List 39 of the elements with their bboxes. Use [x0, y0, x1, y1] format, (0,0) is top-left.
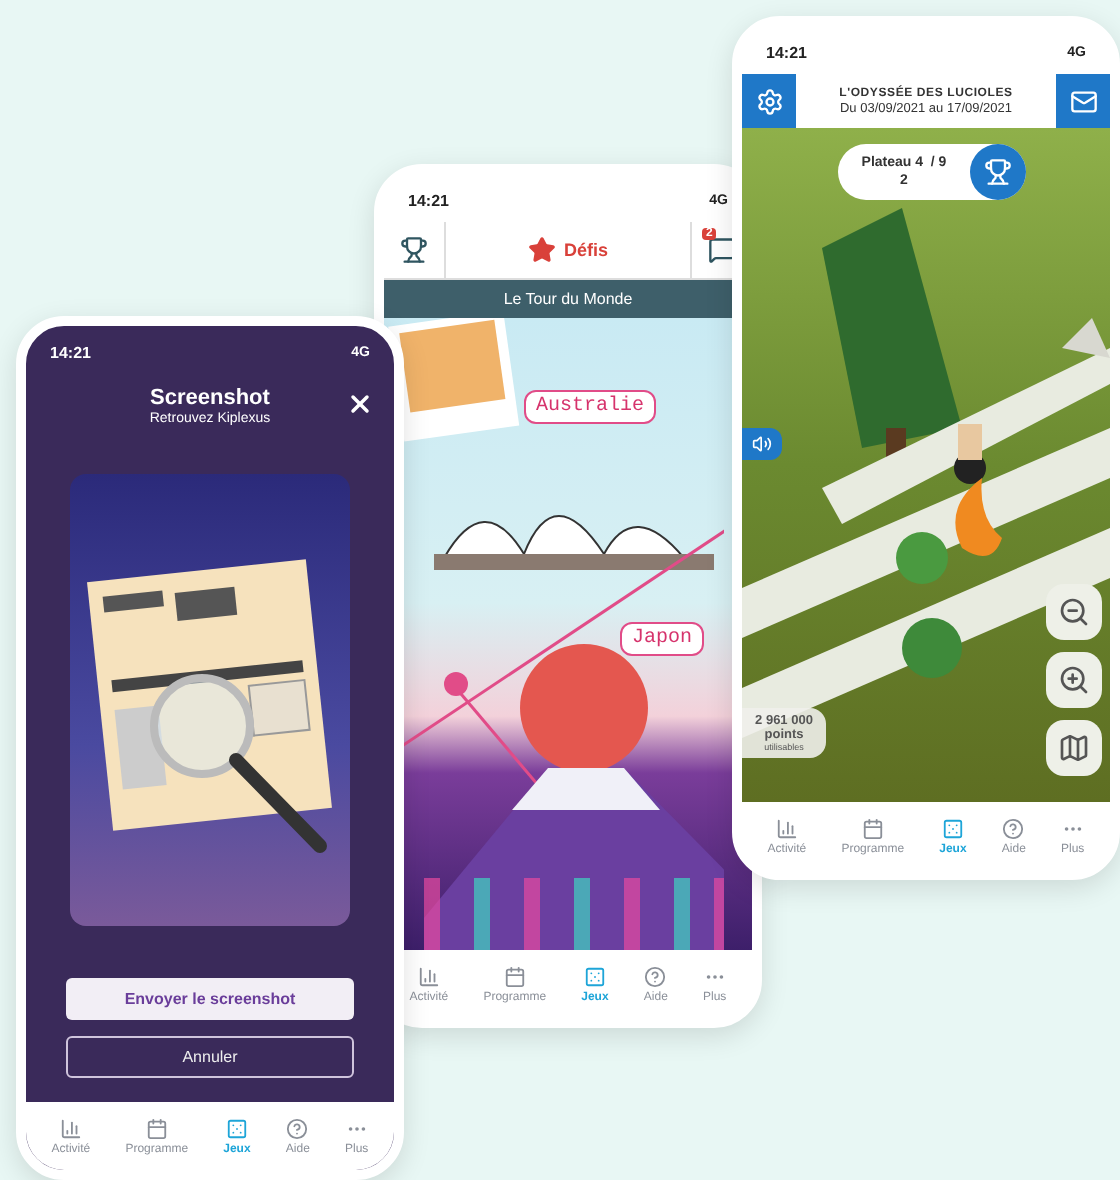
map-button[interactable]	[1046, 720, 1102, 776]
close-button[interactable]	[346, 390, 374, 418]
program-icon	[503, 965, 526, 987]
speaker-icon	[752, 434, 772, 454]
mail-button[interactable]	[1056, 74, 1110, 128]
mail-icon	[1069, 87, 1097, 115]
games-icon	[225, 1117, 248, 1139]
trophy-icon	[984, 158, 1012, 186]
destination-label[interactable]: Australie	[524, 390, 657, 424]
games-icon	[941, 817, 964, 839]
trophy-icon	[400, 236, 428, 264]
program-icon	[145, 1117, 168, 1139]
challenges-tab[interactable]: Défis	[446, 222, 690, 278]
activity-icon	[417, 965, 440, 987]
activity-icon	[59, 1117, 82, 1139]
map-icon	[1058, 732, 1090, 764]
modal-title: Screenshot	[150, 386, 270, 410]
sound-button[interactable]	[742, 428, 782, 460]
zoom-out-icon	[1058, 596, 1090, 628]
status-time: 14:21	[766, 43, 807, 61]
help-icon	[644, 965, 667, 987]
program-icon	[861, 817, 884, 839]
help-icon	[1002, 817, 1025, 839]
help-icon	[286, 1117, 309, 1139]
star-icon	[527, 236, 556, 264]
zoom-in-button[interactable]	[1046, 652, 1102, 708]
cancel-button[interactable]: Annuler	[66, 1036, 354, 1078]
status-time: 14:21	[408, 191, 449, 209]
settings-icon	[755, 87, 783, 115]
games-icon	[583, 965, 606, 987]
settings-button[interactable]	[742, 74, 796, 128]
zoom-out-button[interactable]	[1046, 584, 1102, 640]
status-time: 14:21	[50, 343, 91, 361]
activity-icon	[775, 817, 798, 839]
zoom-in-icon	[1058, 664, 1090, 696]
send-screenshot-button[interactable]: Envoyer le screenshot	[66, 978, 354, 1020]
destination-label[interactable]: Japon	[620, 622, 705, 656]
trophy-button[interactable]	[970, 144, 1026, 200]
close-icon	[346, 390, 374, 418]
